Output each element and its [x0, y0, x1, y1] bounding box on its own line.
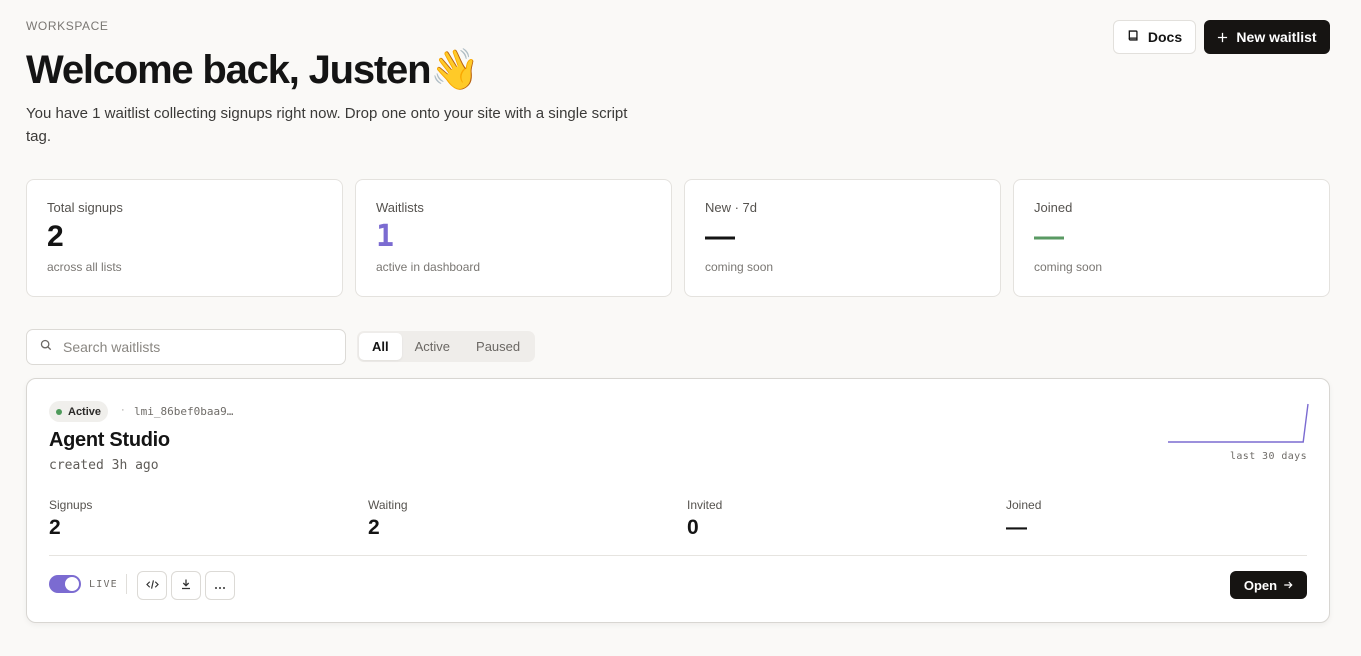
card-divider — [49, 555, 1307, 556]
waitlist-name: Agent Studio — [49, 429, 170, 451]
stat-card-joined: Joined — coming soon — [1013, 179, 1330, 297]
plus-icon — [1217, 29, 1228, 46]
status-dot-icon — [56, 408, 62, 415]
metric-joined: Joined — — [1006, 498, 1041, 540]
metric-value: 2 — [368, 516, 380, 539]
sparkline-label: last 30 days — [1229, 451, 1307, 462]
page-title: Welcome back, Justen👋 — [26, 46, 480, 93]
metric-label: Joined — [1006, 498, 1042, 512]
arrow-right-icon — [1283, 578, 1293, 593]
tab-active[interactable]: Active — [402, 333, 463, 360]
metric-label: Waiting — [368, 498, 408, 512]
status-filter: All Active Paused — [357, 331, 536, 362]
metric-value: 0 — [687, 516, 699, 539]
stat-sub: active in dashboard — [376, 260, 481, 274]
page-subtitle: You have 1 waitlist collecting signups r… — [26, 105, 628, 145]
new-waitlist-label: New waitlist — [1236, 29, 1317, 45]
stat-sub: coming soon — [1034, 260, 1103, 274]
separator-dot: · — [121, 404, 125, 416]
search-icon — [40, 338, 52, 356]
metric-waiting: Waiting 2 — [368, 498, 408, 540]
export-button[interactable] — [171, 571, 201, 600]
stat-card-total-signups: Total signups 2 across all lists — [26, 179, 343, 297]
toolbar-divider — [126, 574, 127, 594]
stat-value: — — [1034, 220, 1064, 253]
metric-value: 2 — [49, 516, 61, 539]
stat-value: 1 — [376, 219, 395, 254]
live-toggle[interactable] — [49, 575, 81, 593]
sparkline-series — [1168, 403, 1309, 443]
live-label: LIVE — [89, 579, 118, 590]
stat-card-waitlists: Waitlists 1 active in dashboard — [355, 179, 672, 297]
stat-card-new-7d: New · 7d — coming soon — [684, 179, 1001, 297]
toggle-knob — [65, 577, 79, 591]
metric-label: Invited — [687, 498, 723, 512]
embed-code-button[interactable] — [137, 571, 167, 600]
metric-label: Signups — [49, 498, 93, 512]
stat-label: Waitlists — [376, 200, 424, 215]
stat-sub: coming soon — [705, 260, 774, 274]
waitlist-id: lmi_86bef0baa9… — [134, 405, 234, 418]
docs-button[interactable]: Docs — [1113, 20, 1196, 54]
status-badge: Active — [49, 401, 109, 422]
download-icon — [180, 578, 192, 593]
stat-label: New · 7d — [705, 200, 758, 215]
open-label: Open — [1243, 577, 1278, 593]
metric-signups: Signups 2 — [49, 498, 92, 540]
metric-invited: Invited 0 — [687, 498, 722, 540]
workspace-eyebrow: WORKSPACE — [26, 19, 109, 33]
book-icon — [1127, 29, 1140, 45]
created-time: created 3h ago — [49, 458, 159, 473]
open-button[interactable]: Open — [1230, 571, 1307, 599]
signups-sparkline — [1168, 403, 1309, 443]
search-input[interactable] — [63, 339, 323, 355]
stat-label: Joined — [1034, 200, 1073, 215]
stat-label: Total signups — [47, 200, 123, 215]
new-waitlist-button[interactable]: New waitlist — [1204, 20, 1330, 54]
search-box[interactable] — [26, 329, 346, 365]
tab-paused[interactable]: Paused — [463, 333, 533, 360]
waving-hand-emoji: 👋 — [430, 48, 480, 92]
waitlist-card[interactable]: Active · lmi_86bef0baa9… Agent Studio cr… — [26, 378, 1330, 623]
more-options-button[interactable] — [205, 571, 235, 600]
status-label: Active — [68, 405, 102, 418]
stat-sub: across all lists — [47, 260, 122, 274]
welcome-text: Welcome back, Justen — [26, 48, 432, 92]
stat-value: 2 — [47, 220, 64, 253]
code-icon — [145, 579, 159, 593]
docs-label: Docs — [1147, 29, 1183, 45]
tab-all[interactable]: All — [359, 333, 402, 360]
stat-value: — — [705, 220, 735, 253]
more-icon — [214, 579, 226, 593]
metric-value: — — [1006, 516, 1027, 539]
